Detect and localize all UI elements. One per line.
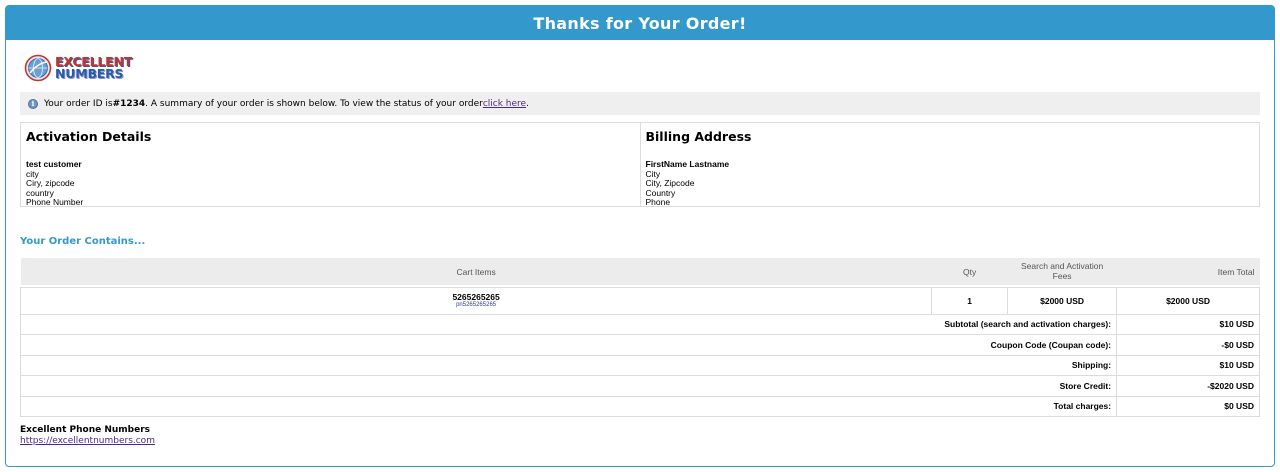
summary-value: -$2020 USD [1116,375,1260,397]
order-status-link[interactable]: click here [483,99,526,109]
summary-label: Subtotal (search and activation charges)… [19,313,1118,335]
order-table: Cart Items Qty Search and Activation Fee… [19,258,1260,417]
order-id: #1234 [112,98,146,109]
activation-line: country [26,187,54,198]
summary-value: $10 USD [1116,313,1260,335]
notice-prefix: Your order ID is [44,98,113,109]
column-qty: Qty [931,258,1008,285]
column-fees: Search and Activation Fees [1007,258,1117,285]
summary-row-total: Total charges: $0 USD [19,395,1260,417]
info-icon: i [28,98,38,109]
summary-label: Store Credit: [19,375,1118,397]
billing-name: FirstName Lastname [645,159,730,169]
billing-line: Country [645,187,676,198]
page-header: Thanks for Your Order! [6,6,1274,40]
summary-label: Total charges: [19,395,1118,417]
billing-line: City, Zipcode [645,178,695,188]
footer: Excellent Phone Numbers https://excellen… [20,425,155,446]
logo-wordmark-line2: NUMBERS [55,66,124,81]
summary-row-subtotal: Subtotal (search and activation charges)… [19,313,1260,335]
activation-line: Ciry, zipcode [26,178,75,188]
summary-value: -$0 USD [1116,334,1260,356]
item-fees: $2000 USD [1007,286,1118,315]
address-details: Activation Details test customer city Ci… [20,122,1260,207]
notice-suffix: . [526,98,529,109]
summary-row-store-credit: Store Credit: -$2020 USD [19,375,1260,397]
column-item-total: Item Total [1116,258,1260,285]
billing-line: City [645,168,661,179]
billing-address: Billing Address FirstName Lastname City … [639,123,1260,207]
notice-middle: . A summary of your order is shown below… [145,98,483,109]
cart-item-cell: 5265265265 pn5265265265 [19,286,933,315]
summary-value: $10 USD [1116,354,1260,376]
globe-icon [24,54,52,82]
summary-value: $0 USD [1116,395,1260,417]
summary-row-shipping: Shipping: $10 USD [19,354,1260,376]
activation-line: Phone Number [26,197,84,207]
excellent-numbers-logo: EXCELLENT NUMBERS [24,53,134,83]
summary-row-coupon: Coupon Code (Coupan code): -$0 USD [19,334,1260,356]
item-qty: 1 [931,286,1009,315]
table-row: 5265265265 pn5265265265 1 $2000 USD $200… [19,286,1260,315]
page-title: Thanks for Your Order! [533,13,747,33]
order-confirmation-frame: Thanks for Your Order! EXCELLENT NUMBERS… [5,5,1275,467]
item-number: 5265265265 [452,291,500,302]
order-notice: i Your order ID is #1234 . A summary of … [20,92,1260,115]
activation-line: city [26,168,39,179]
billing-heading: Billing Address [645,129,752,144]
company-name: Excellent Phone Numbers [20,425,150,435]
activation-heading: Activation Details [26,129,152,144]
company-website-link[interactable]: https://excellentnumbers.com [20,436,155,446]
activation-name: test customer [26,159,82,169]
summary-label: Shipping: [19,354,1118,376]
order-contains-heading: Your Order Contains... [20,236,146,247]
order-table-header: Cart Items Qty Search and Activation Fee… [20,258,1260,285]
item-sub-number: pn5265265265 [456,301,497,308]
summary-label: Coupon Code (Coupan code): [19,334,1118,356]
billing-line: Phone [645,197,671,207]
item-total: $2000 USD [1116,286,1260,315]
column-cart-items: Cart Items [20,258,932,285]
activation-details: Activation Details test customer city Ci… [21,123,640,207]
